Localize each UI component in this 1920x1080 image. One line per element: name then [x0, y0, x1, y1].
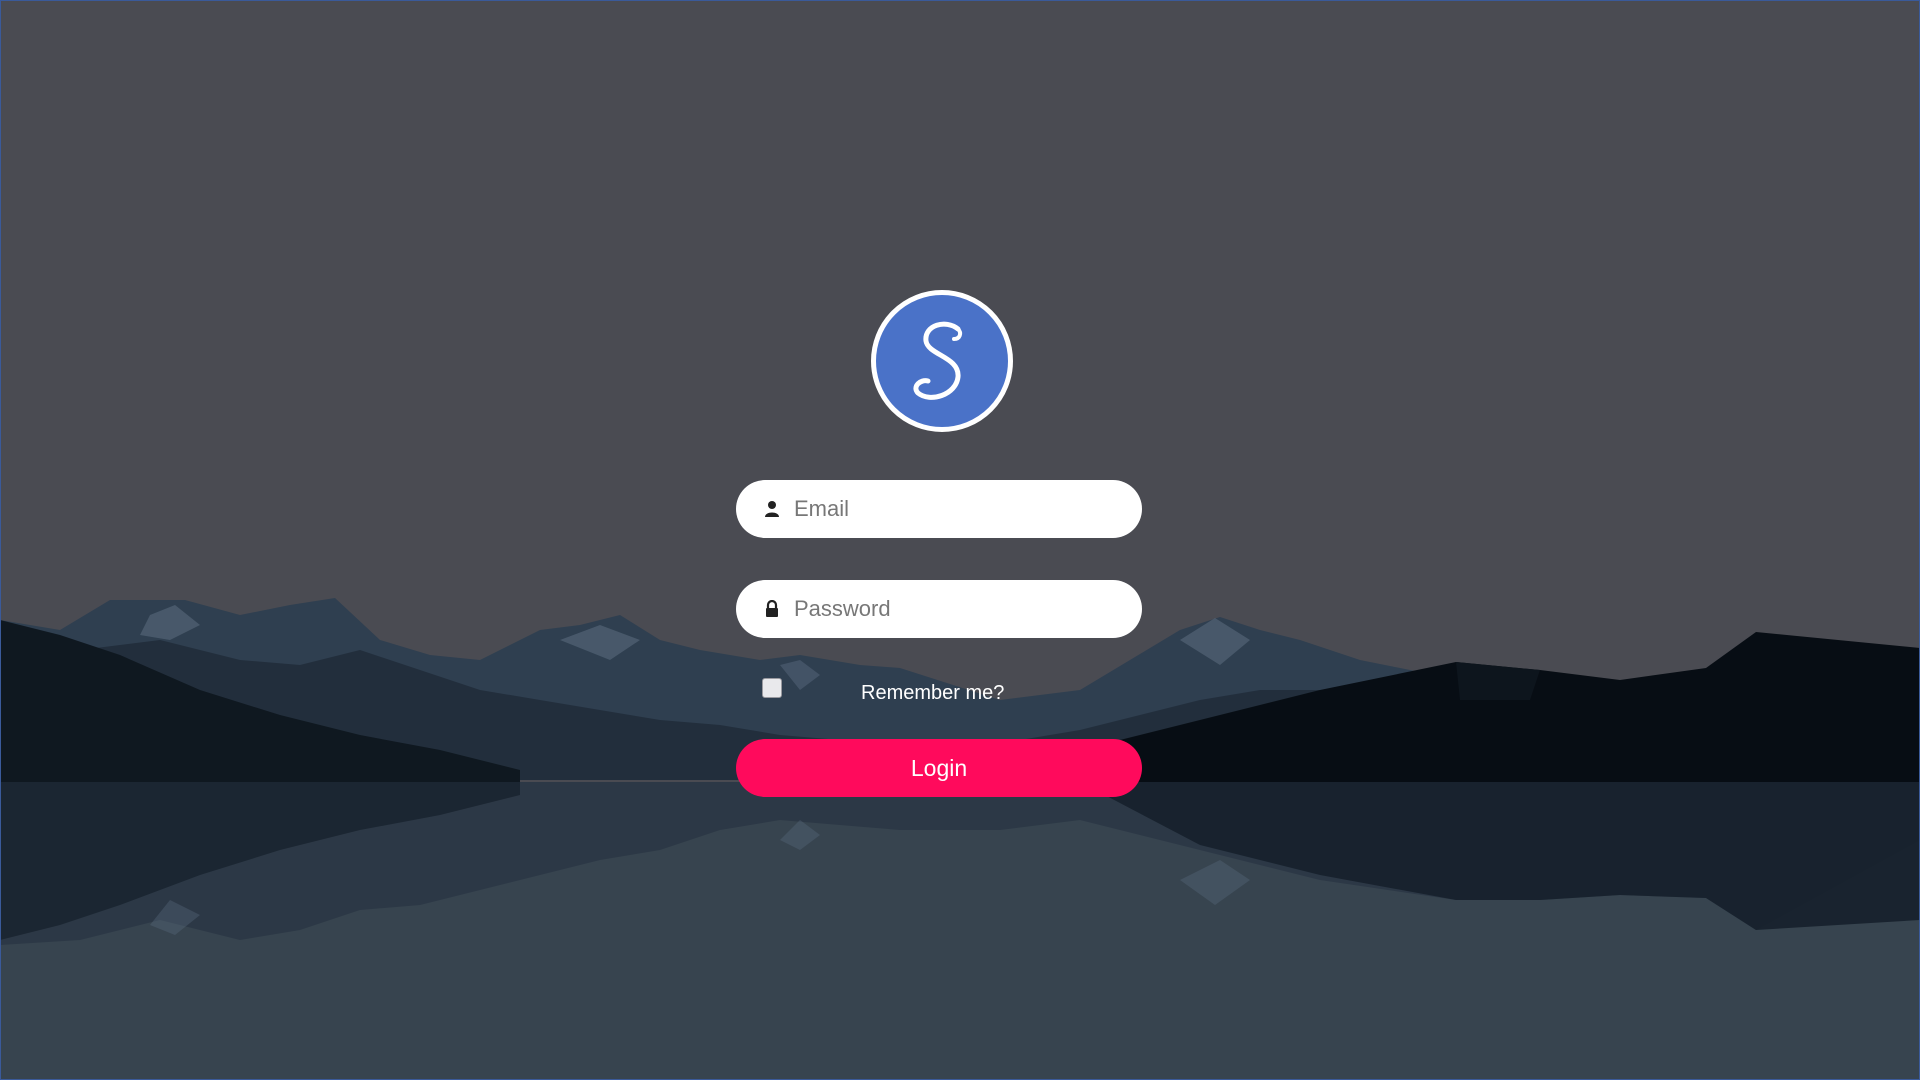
- login-button[interactable]: Login: [736, 739, 1142, 797]
- remember-me-label: Remember me?: [861, 682, 1005, 704]
- lock-icon: [766, 600, 778, 617]
- password-input[interactable]: [794, 580, 1114, 638]
- password-field[interactable]: [736, 580, 1142, 638]
- app-logo: [871, 290, 1013, 432]
- script-s-logo-icon: [913, 321, 963, 400]
- email-field[interactable]: [736, 480, 1142, 538]
- remember-me-row: Remember me?: [736, 676, 1142, 706]
- remember-me-checkbox[interactable]: [762, 678, 782, 698]
- user-icon: [765, 501, 779, 517]
- email-input[interactable]: [794, 480, 1114, 538]
- mountain-lake-background: [0, 0, 1920, 1080]
